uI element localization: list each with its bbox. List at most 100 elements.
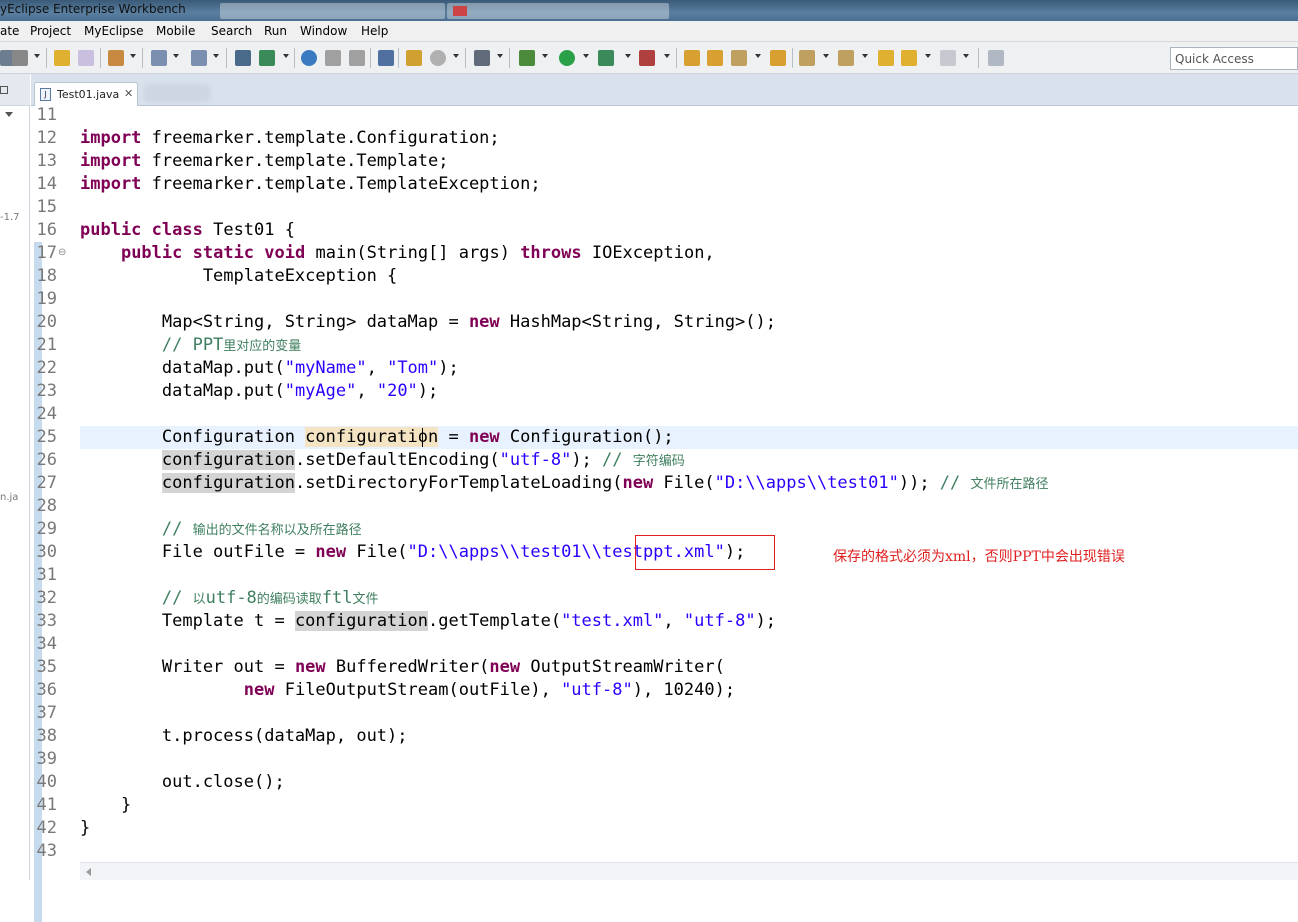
task-icon[interactable]	[406, 50, 422, 66]
close-icon[interactable]: ✕	[124, 87, 133, 100]
menu-bar: ate Project MyEclipse Mobile Search Run …	[0, 21, 1298, 42]
line-number: 21	[36, 335, 57, 355]
dropdown-icon[interactable]	[34, 54, 40, 58]
menu-run[interactable]: Run	[264, 24, 287, 38]
code-token: t.process(dataMap, out);	[80, 726, 408, 746]
code-editor[interactable]: 11 12 import freemarker.template.Configura…	[31, 105, 1298, 922]
line-number: 16	[36, 220, 57, 240]
line-number: 12	[36, 128, 57, 148]
code-token: ,	[663, 611, 684, 631]
dropdown-icon[interactable]	[453, 54, 459, 58]
folder-icon[interactable]	[770, 50, 786, 66]
last-edit-icon[interactable]	[878, 50, 894, 66]
dropdown-icon[interactable]	[862, 54, 868, 58]
code-token: File(	[346, 542, 408, 562]
code-token: import	[80, 128, 142, 148]
dropdown-icon[interactable]	[755, 54, 761, 58]
forward-history-icon[interactable]	[78, 50, 94, 66]
toolbar-separator	[370, 48, 371, 68]
dropdown-icon[interactable]	[213, 54, 219, 58]
code-token: configuration	[294, 611, 428, 631]
menu-file[interactable]: ate	[0, 24, 19, 38]
deploy-icon[interactable]	[151, 50, 167, 66]
code-token: new	[294, 657, 326, 677]
horizontal-scrollbar[interactable]	[80, 862, 1298, 880]
forward-icon[interactable]	[940, 50, 956, 66]
globe-icon[interactable]	[301, 50, 317, 66]
line-number: 31	[36, 565, 57, 585]
code-line: // PPT里对应的变量	[80, 334, 301, 358]
debug-icon[interactable]	[519, 50, 535, 66]
scroll-left-icon[interactable]	[86, 868, 91, 876]
code-token: dataMap.put(	[80, 381, 285, 401]
code-token: ,	[366, 358, 388, 378]
export-icon[interactable]	[259, 50, 275, 66]
menu-help[interactable]: Help	[361, 24, 388, 38]
toolbar-separator	[978, 48, 979, 68]
dropdown-icon[interactable]	[963, 54, 969, 58]
line-number: 14	[36, 174, 57, 194]
toolbar-separator	[465, 48, 466, 68]
left-panel-fragment: -1.7	[0, 212, 20, 223]
open-icon[interactable]	[325, 50, 341, 66]
line-number: 42	[36, 818, 57, 838]
settings-icon[interactable]	[430, 50, 446, 66]
menu-project[interactable]: Project	[30, 24, 71, 38]
code-token: throws	[520, 243, 582, 263]
search-icon[interactable]	[731, 50, 747, 66]
back-history-icon[interactable]	[54, 50, 70, 66]
pin-icon[interactable]	[378, 50, 394, 66]
wrench-icon[interactable]	[12, 50, 28, 66]
dropdown-icon[interactable]	[625, 54, 631, 58]
run-icon[interactable]	[559, 50, 575, 66]
dropdown-icon[interactable]	[130, 54, 136, 58]
editor-tab-label: Test01.java	[57, 88, 120, 101]
camera-icon[interactable]	[474, 50, 490, 66]
dropdown-icon[interactable]	[497, 54, 503, 58]
new-server-icon[interactable]	[108, 50, 124, 66]
menu-window[interactable]: Window	[300, 24, 347, 38]
run-external-icon[interactable]	[598, 50, 614, 66]
quick-access-input[interactable]: Quick Access	[1170, 47, 1298, 70]
menu-mobile[interactable]: Mobile	[156, 24, 195, 38]
dropdown-icon[interactable]	[542, 54, 548, 58]
next-annotation-icon[interactable]	[799, 50, 815, 66]
run-server-icon[interactable]	[191, 50, 207, 66]
web-icon[interactable]	[235, 50, 251, 66]
code-line: import freemarker.template.Configuration…	[80, 127, 500, 150]
dropdown-icon[interactable]	[664, 54, 670, 58]
prev-annotation-icon[interactable]	[838, 50, 854, 66]
code-line: }	[80, 794, 131, 817]
fold-icon[interactable]: ⊖	[58, 247, 66, 258]
code-line: Writer out = new BufferedWriter(new Outp…	[80, 656, 725, 679]
dropdown-icon[interactable]	[283, 54, 289, 58]
code-token: freemarker.template.TemplateException;	[141, 174, 541, 194]
perspective-icon[interactable]	[988, 50, 1004, 66]
line-number: 19	[36, 289, 57, 309]
dropdown-icon[interactable]	[823, 54, 829, 58]
menu-myeclipse[interactable]: MyEclipse	[84, 24, 144, 38]
code-token: BufferedWriter(	[325, 657, 490, 677]
code-token: 以	[192, 592, 206, 607]
code-token: IOException,	[581, 243, 715, 263]
editor-tab-test01[interactable]: J Test01.java ✕	[34, 82, 138, 106]
back-icon[interactable]	[901, 50, 917, 66]
dropdown-icon[interactable]	[583, 54, 589, 58]
toolbar-separator	[226, 48, 227, 68]
menu-search[interactable]: Search	[211, 24, 252, 38]
dropdown-icon[interactable]	[925, 54, 931, 58]
open-resource-icon[interactable]	[707, 50, 723, 66]
code-line: import freemarker.template.Template;	[80, 150, 448, 173]
code-token: freemarker.template.Configuration;	[141, 128, 500, 148]
code-token: 输出的文件名称以及所在路径	[192, 523, 362, 538]
dropdown-icon[interactable]	[173, 54, 179, 58]
code-token: class	[151, 220, 203, 240]
refresh-icon[interactable]	[349, 50, 365, 66]
coverage-icon[interactable]	[639, 50, 655, 66]
open-type-icon[interactable]	[684, 50, 700, 66]
line-number: 33	[36, 611, 57, 631]
restore-icon[interactable]	[0, 86, 8, 94]
code-token: "utf-8"	[683, 611, 756, 631]
view-menu-icon[interactable]	[5, 112, 13, 117]
